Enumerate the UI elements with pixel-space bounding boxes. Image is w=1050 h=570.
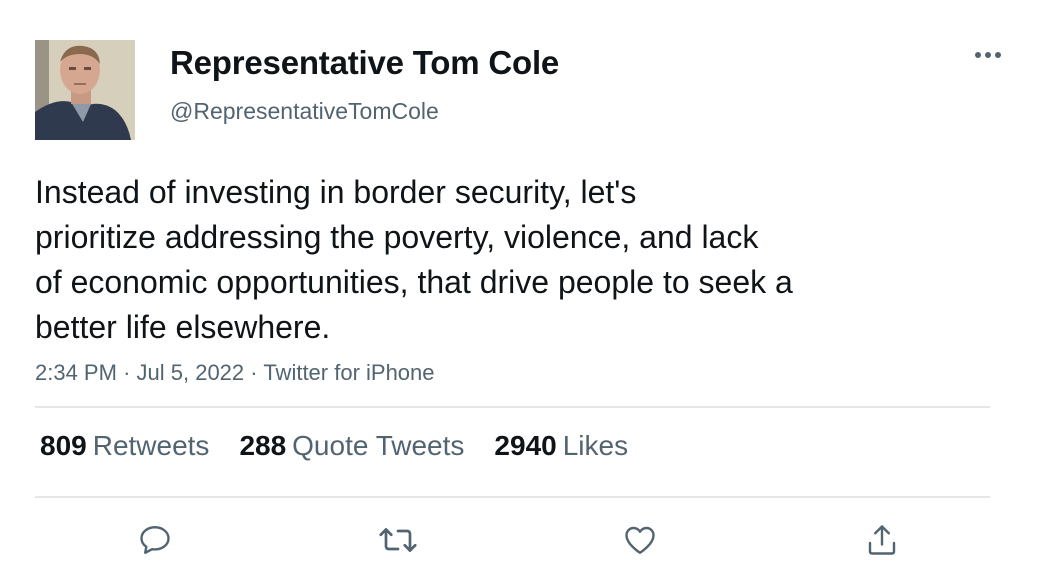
display-name[interactable]: Representative Tom Cole	[170, 44, 559, 82]
likes-count: 2940	[494, 430, 557, 461]
quote-tweets-count: 288	[239, 430, 287, 461]
meta-separator: ·	[250, 360, 264, 385]
tweet-meta: 2:34 PM · Jul 5, 2022 · Twitter for iPho…	[35, 360, 435, 386]
reply-icon	[140, 526, 170, 554]
retweets-label: Retweets	[92, 430, 210, 461]
retweets-count: 809	[40, 430, 87, 461]
share-icon	[868, 525, 896, 555]
quote-tweets-label: Quote Tweets	[292, 430, 465, 461]
share-button[interactable]	[860, 518, 904, 562]
reply-button[interactable]	[133, 518, 177, 562]
avatar-photo	[35, 40, 135, 140]
likes-stat[interactable]: 2940 Likes	[494, 430, 628, 462]
tweet-date[interactable]: Jul 5, 2022	[137, 360, 245, 385]
tweet-stats: 809 Retweets 288 Quote Tweets 2940 Likes	[40, 430, 628, 462]
divider-bottom	[35, 496, 990, 498]
like-button[interactable]	[618, 518, 662, 562]
retweet-icon	[379, 528, 417, 552]
divider-top	[35, 406, 990, 408]
retweets-stat[interactable]: 809 Retweets	[40, 430, 209, 462]
tweet-text-line: better life elsewhere.	[35, 309, 331, 345]
tweet-text-line: prioritize addressing the poverty, viole…	[35, 219, 759, 255]
quote-tweets-stat[interactable]: 288 Quote Tweets	[239, 430, 464, 462]
tweet-time[interactable]: 2:34 PM	[35, 360, 117, 385]
more-options-button[interactable]	[968, 40, 1008, 70]
retweet-button[interactable]	[376, 518, 420, 562]
tweet-source[interactable]: Twitter for iPhone	[263, 360, 434, 385]
tweet-text-line: Instead of investing in border security,…	[35, 174, 637, 210]
more-horizontal-icon	[975, 52, 1001, 58]
avatar[interactable]	[35, 40, 135, 140]
tweet-text: Instead of investing in border security,…	[35, 170, 915, 350]
heart-icon	[625, 526, 655, 554]
user-handle[interactable]: @RepresentativeTomCole	[170, 98, 439, 125]
tweet-text-line: of economic opportunities, that drive pe…	[35, 264, 793, 300]
likes-label: Likes	[562, 430, 629, 461]
meta-separator: ·	[123, 360, 137, 385]
